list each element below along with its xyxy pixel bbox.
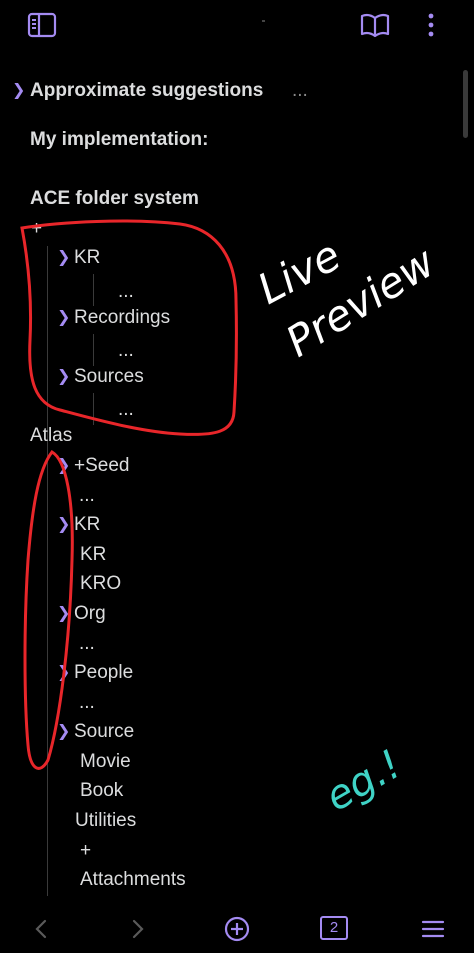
list-item-kr: KR — [74, 247, 101, 268]
indent-guide — [93, 393, 94, 425]
tab-count-button[interactable]: 2 — [320, 916, 348, 940]
list-item-attachments: Attachments — [80, 869, 186, 890]
list-item-ellipsis: ... — [79, 485, 95, 506]
list-item-kro: KRO — [80, 573, 122, 594]
list-item-plus: + — [80, 840, 92, 861]
chevron-right-icon[interactable]: ❯ — [57, 246, 70, 270]
chevron-right-icon[interactable]: ❯ — [57, 661, 70, 685]
list-item-seed: +Seed — [74, 455, 130, 476]
list-item-ellipsis: ... — [118, 340, 134, 361]
chevron-right-icon[interactable] — [131, 918, 145, 940]
indent-guide — [47, 246, 48, 896]
chevron-right-icon[interactable]: ❯ — [57, 602, 70, 626]
heading-ace-folder-system: ACE folder system — [30, 188, 199, 209]
hamburger-menu-icon[interactable] — [421, 918, 445, 940]
list-item-people: People — [74, 662, 134, 683]
indent-guide — [93, 274, 94, 306]
note-content: ❯ Approximate suggestions ... My impleme… — [0, 0, 474, 900]
list-item-plus: + — [31, 218, 43, 239]
list-item-utilities: Utilities — [75, 810, 137, 831]
list-item-recordings: Recordings — [74, 307, 171, 328]
list-item-org: Org — [74, 603, 106, 624]
chevron-right-icon[interactable]: ❯ — [57, 306, 70, 330]
scrollbar[interactable] — [463, 70, 468, 138]
chevron-right-icon[interactable]: ❯ — [12, 79, 25, 103]
chevron-right-icon[interactable]: ❯ — [57, 720, 70, 744]
chevron-right-icon[interactable]: ❯ — [57, 513, 70, 537]
list-item-atlas: Atlas — [30, 425, 73, 446]
chevron-right-icon[interactable]: ❯ — [57, 365, 70, 389]
indent-guide — [93, 334, 94, 366]
list-item-kr: KR — [74, 514, 101, 535]
list-item-kr-child: KR — [80, 544, 107, 565]
collapsed-ellipsis[interactable]: ... — [292, 79, 308, 103]
list-item-source: Source — [74, 721, 135, 742]
heading-my-implementation: My implementation: — [30, 129, 209, 150]
chevron-left-icon[interactable] — [34, 918, 48, 940]
list-item-ellipsis: ... — [79, 692, 95, 713]
list-item-sources: Sources — [74, 366, 144, 387]
heading-approximate-suggestions[interactable]: Approximate suggestions — [30, 79, 263, 103]
list-item-movie: Movie — [80, 751, 131, 772]
list-item-book: Book — [80, 780, 124, 801]
bottom-navigation: 2 — [0, 905, 474, 953]
chevron-right-icon[interactable]: ❯ — [57, 454, 70, 478]
list-item-ellipsis: ... — [118, 281, 134, 302]
list-item-ellipsis: ... — [118, 399, 134, 420]
plus-circle-icon[interactable] — [224, 916, 250, 942]
list-item-ellipsis: ... — [79, 633, 95, 654]
